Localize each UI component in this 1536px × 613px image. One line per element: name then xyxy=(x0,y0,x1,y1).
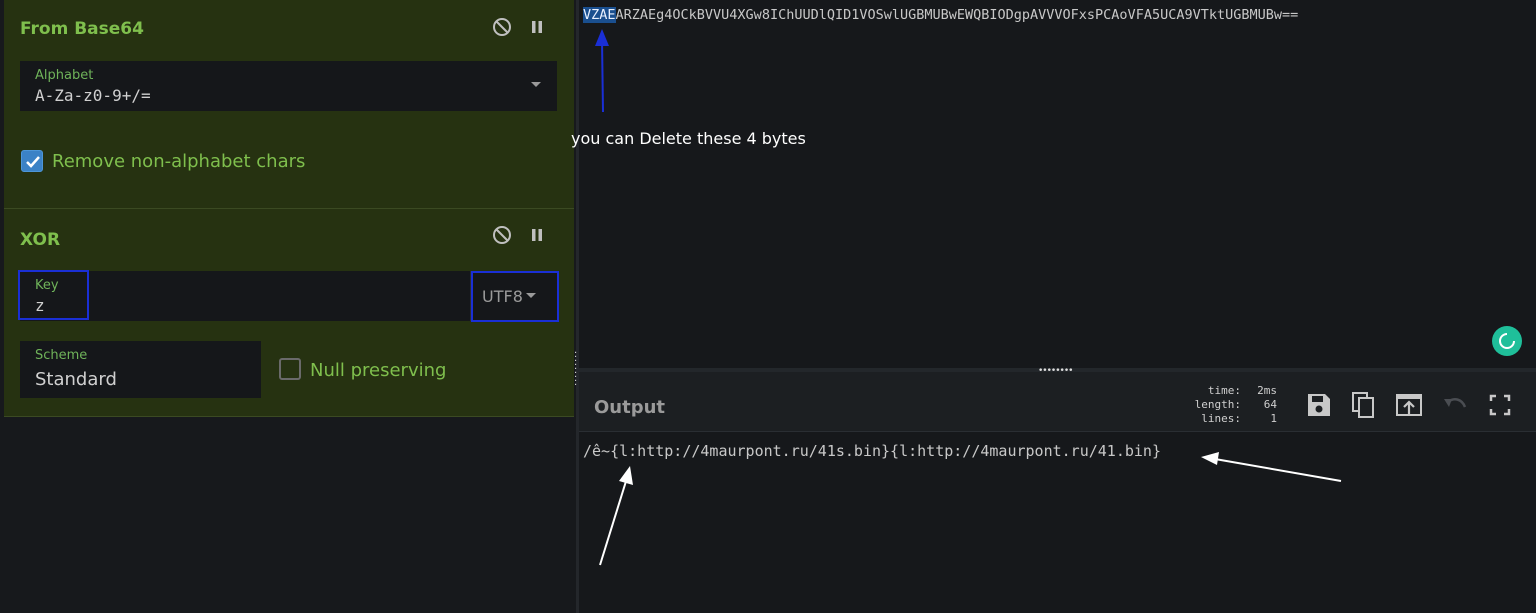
stat-length-label: length: xyxy=(1194,398,1241,411)
null-preserving-label[interactable]: Null preserving xyxy=(310,360,446,381)
pause-icon[interactable] xyxy=(526,224,548,246)
operation-title: From Base64 xyxy=(20,19,144,39)
key-format-highlight-box xyxy=(471,271,559,322)
output-resize-handle[interactable]: •••••••• xyxy=(1038,366,1073,376)
scheme-value: Standard xyxy=(35,369,117,390)
copy-icon[interactable] xyxy=(1349,390,1379,420)
null-preserving-checkbox[interactable] xyxy=(279,358,301,380)
operation-from-base64: From Base64 Alphabet A-Za-z0-9+/= Remove… xyxy=(4,0,574,209)
stat-time-label: time: xyxy=(1207,384,1241,397)
status-indicator xyxy=(1492,326,1522,356)
remove-nonalphabet-checkbox[interactable] xyxy=(21,150,43,172)
arrow-head-left xyxy=(619,466,633,485)
disable-icon[interactable] xyxy=(491,16,513,38)
pause-icon[interactable] xyxy=(526,16,548,38)
stat-lines-value: 1 xyxy=(1270,412,1277,425)
scheme-label: Scheme xyxy=(35,348,88,363)
chevron-down-icon xyxy=(531,82,541,87)
scheme-select[interactable]: Scheme Standard xyxy=(20,341,261,398)
alphabet-label: Alphabet xyxy=(35,68,94,83)
recipe-panel: From Base64 Alphabet A-Za-z0-9+/= Remove… xyxy=(0,0,576,613)
checkmark-icon xyxy=(26,156,40,168)
annotation-label: you can Delete these 4 bytes xyxy=(571,129,806,148)
remove-nonalphabet-label[interactable]: Remove non-alphabet chars xyxy=(52,151,305,172)
replace-input-icon[interactable] xyxy=(1394,390,1424,420)
input-pane[interactable]: VZAEARZAEg4OCkBVVU4XGw8IChUUDlQID1VOSwlU… xyxy=(571,0,1536,368)
disable-icon[interactable] xyxy=(491,224,513,246)
stat-lines-label: lines: xyxy=(1201,412,1241,425)
loading-icon xyxy=(1499,333,1515,349)
arrow-head-right xyxy=(1201,452,1219,465)
stat-time-value: 2ms xyxy=(1257,384,1277,397)
key-highlight-box xyxy=(18,270,89,320)
output-pane[interactable]: /ê~{l:http://4maurpont.ru/41s.bin}{l:htt… xyxy=(579,433,1536,613)
output-stats: time: 2ms length: 64 lines: 1 xyxy=(1181,384,1277,426)
output-header: Output time: 2ms length: 64 lines: 1 xyxy=(579,368,1536,432)
annotation-arrow xyxy=(595,29,609,113)
save-icon[interactable] xyxy=(1304,390,1334,420)
operation-xor: XOR Key z UTF8 Scheme Standard Null pres… xyxy=(4,209,574,417)
input-rest[interactable]: ARZAEg4OCkBVVU4XGw8IChUUDlQID1VOSwlUGBMU… xyxy=(616,7,1299,23)
maximise-icon[interactable] xyxy=(1485,390,1515,420)
input-text[interactable]: VZAEARZAEg4OCkBVVU4XGw8IChUUDlQID1VOSwlU… xyxy=(583,7,1298,23)
output-title: Output xyxy=(594,397,666,418)
alphabet-value: A-Za-z0-9+/= xyxy=(35,86,151,105)
stat-length-value: 64 xyxy=(1263,398,1277,411)
alphabet-select[interactable]: Alphabet A-Za-z0-9+/= xyxy=(20,61,557,111)
undo-icon[interactable] xyxy=(1440,390,1470,420)
operation-title: XOR xyxy=(20,230,61,250)
annotation-arrows xyxy=(599,452,1342,566)
